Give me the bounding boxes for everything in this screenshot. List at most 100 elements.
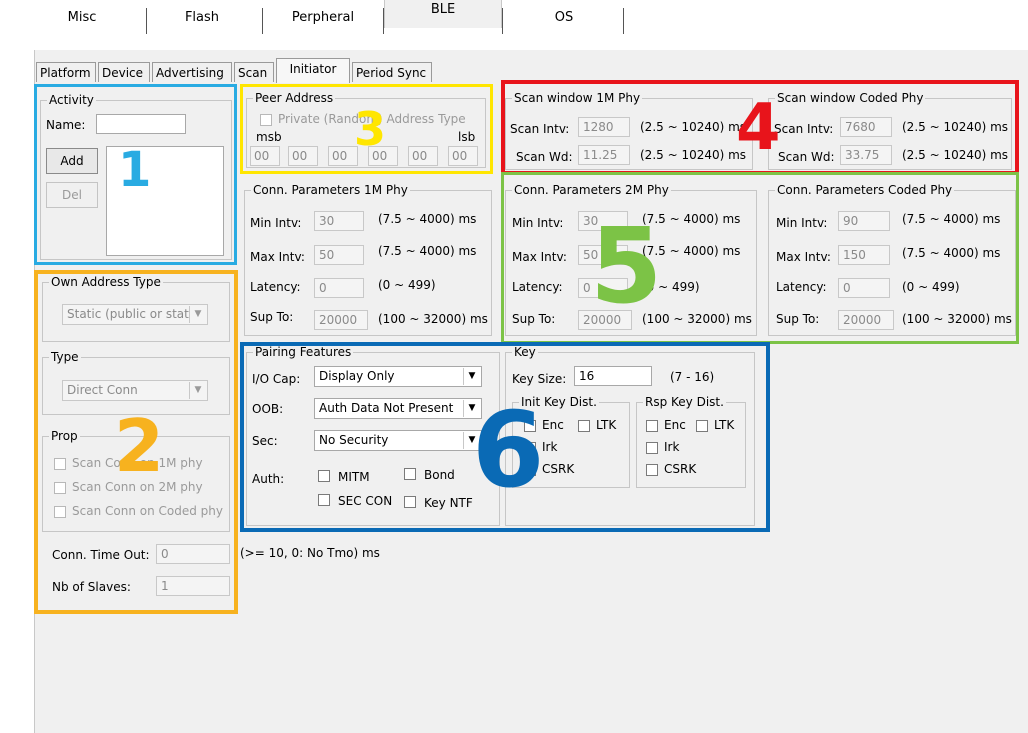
add-button[interactable]: Add: [46, 148, 98, 174]
conn-params-1m-legend: Conn. Parameters 1M Phy: [251, 183, 410, 197]
peer-byte-input[interactable]: 00: [408, 146, 438, 166]
tab-os[interactable]: OS: [544, 0, 584, 36]
tab-misc[interactable]: Misc: [62, 0, 102, 36]
annotation-number-1: 1: [118, 142, 152, 198]
max-intv-coded-input[interactable]: 150: [838, 245, 890, 265]
sup-to-1m-input[interactable]: 20000: [314, 310, 368, 330]
tab-perpheral[interactable]: Perpheral: [286, 0, 360, 36]
scan-wd-coded-input[interactable]: 33.75: [840, 145, 892, 165]
latency-1m-input[interactable]: 0: [314, 278, 364, 298]
init-ltk-checkbox[interactable]: [578, 420, 590, 432]
private-address-checkbox[interactable]: [260, 114, 272, 126]
init-csrk-label: CSRK: [542, 462, 575, 476]
rsp-enc-checkbox[interactable]: [646, 420, 658, 432]
max-intv-label: Max Intv:: [250, 250, 305, 264]
init-enc-label: Enc: [542, 418, 564, 432]
key-ntf-label: Key NTF: [424, 496, 473, 510]
tab-flash[interactable]: Flash: [180, 0, 224, 36]
max-intv-1m-range: (7.5 ~ 4000) ms: [378, 244, 477, 258]
scan-wd-coded-range: (2.5 ~ 10240) ms: [902, 148, 1009, 162]
sup-to-coded-input[interactable]: 20000: [838, 310, 894, 330]
scan-wd-label: Scan Wd:: [516, 150, 573, 164]
subtab-initiator[interactable]: Initiator: [276, 58, 350, 83]
pairing-features-legend: Pairing Features: [253, 345, 354, 359]
annotation-number-2: 2: [114, 404, 165, 488]
tab-separator: [262, 8, 263, 34]
init-ltk-label: LTK: [596, 418, 617, 432]
min-intv-coded-input[interactable]: 90: [838, 211, 890, 231]
conn-timeout-unit: (>= 10, 0: No Tmo) ms: [240, 546, 380, 560]
bond-label: Bond: [424, 468, 455, 482]
mitm-checkbox[interactable]: [318, 470, 330, 482]
oob-select[interactable]: Auth Data Not Present ▼: [314, 398, 482, 419]
conn-params-2m-legend: Conn. Parameters 2M Phy: [512, 183, 671, 197]
scan-intv-coded-input[interactable]: 7680: [840, 117, 892, 137]
peer-byte-input[interactable]: 00: [288, 146, 318, 166]
max-intv-label: Max Intv:: [512, 250, 567, 264]
peer-address-legend: Peer Address: [253, 91, 336, 105]
sec-label: Sec:: [252, 434, 278, 448]
own-address-select[interactable]: Static (public or stat ▼: [62, 304, 208, 325]
bond-checkbox[interactable]: [404, 468, 416, 480]
scan-conn-1m-checkbox[interactable]: [54, 458, 66, 470]
rsp-csrk-label: CSRK: [664, 462, 697, 476]
conn-timeout-input[interactable]: 0: [156, 544, 230, 564]
peer-byte-input[interactable]: 00: [448, 146, 478, 166]
oob-value: Auth Data Not Present: [319, 401, 454, 415]
subtab-period-sync[interactable]: Period Sync: [352, 62, 432, 82]
type-legend: Type: [49, 350, 81, 364]
latency-coded-input[interactable]: 0: [838, 278, 890, 298]
type-value: Direct Conn: [67, 383, 138, 397]
sup-to-label: Sup To:: [512, 312, 556, 326]
max-intv-label: Max Intv:: [776, 250, 831, 264]
scan-wd-1m-input[interactable]: 11.25: [578, 145, 630, 165]
io-cap-label: I/O Cap:: [252, 372, 301, 386]
scan-conn-coded-checkbox[interactable]: [54, 506, 66, 518]
tab-separator: [623, 8, 624, 34]
auth-label: Auth:: [252, 472, 285, 486]
annotation-number-4: 4: [736, 91, 781, 165]
max-intv-1m-input[interactable]: 50: [314, 245, 364, 265]
scan-conn-2m-checkbox[interactable]: [54, 482, 66, 494]
annotation-number-5: 5: [590, 205, 663, 327]
scan-intv-1m-range: (2.5 ~ 10240) ms: [640, 120, 747, 134]
scan-window-1m-legend: Scan window 1M Phy: [512, 91, 643, 105]
own-address-legend: Own Address Type: [49, 275, 163, 289]
type-select[interactable]: Direct Conn ▼: [62, 380, 208, 401]
io-cap-select[interactable]: Display Only ▼: [314, 366, 482, 387]
min-intv-coded-range: (7.5 ~ 4000) ms: [902, 212, 1001, 226]
peer-byte-input[interactable]: 00: [250, 146, 280, 166]
del-button[interactable]: Del: [46, 182, 98, 208]
sup-to-1m-range: (100 ~ 32000) ms: [378, 312, 488, 326]
subtab-platform[interactable]: Platform: [36, 62, 96, 82]
chevron-down-icon: ▼: [189, 382, 206, 399]
key-size-input[interactable]: 16: [574, 366, 652, 386]
latency-1m-range: (0 ~ 499): [378, 278, 436, 292]
key-ntf-checkbox[interactable]: [404, 496, 416, 508]
scan-intv-label: Scan Intv:: [510, 122, 570, 136]
io-cap-value: Display Only: [319, 369, 395, 383]
rsp-ltk-checkbox[interactable]: [696, 420, 708, 432]
sec-con-checkbox[interactable]: [318, 494, 330, 506]
rsp-key-dist-legend: Rsp Key Dist.: [643, 395, 726, 409]
scan-intv-1m-input[interactable]: 1280: [578, 117, 630, 137]
tab-separator: [146, 8, 147, 34]
rsp-irk-checkbox[interactable]: [646, 442, 658, 454]
activity-legend: Activity: [47, 93, 96, 107]
sup-to-coded-range: (100 ~ 32000) ms: [902, 312, 1012, 326]
scan-window-coded-legend: Scan window Coded Phy: [775, 91, 926, 105]
min-intv-1m-input[interactable]: 30: [314, 211, 364, 231]
nb-slaves-label: Nb of Slaves:: [52, 580, 131, 594]
tab-ble[interactable]: BLE: [384, 0, 502, 28]
annotation-number-3: 3: [354, 102, 387, 156]
subtab-scan[interactable]: Scan: [234, 62, 274, 82]
subtab-advertising[interactable]: Advertising: [152, 62, 232, 82]
rsp-csrk-checkbox[interactable]: [646, 464, 658, 476]
subtab-device[interactable]: Device: [98, 62, 150, 82]
max-intv-coded-range: (7.5 ~ 4000) ms: [902, 246, 1001, 260]
own-address-value: Static (public or stat: [67, 307, 189, 321]
name-input[interactable]: [96, 114, 186, 134]
nb-slaves-input[interactable]: 1: [156, 576, 230, 596]
sec-select[interactable]: No Security ▼: [314, 430, 482, 451]
key-size-range: (7 - 16): [670, 370, 715, 384]
